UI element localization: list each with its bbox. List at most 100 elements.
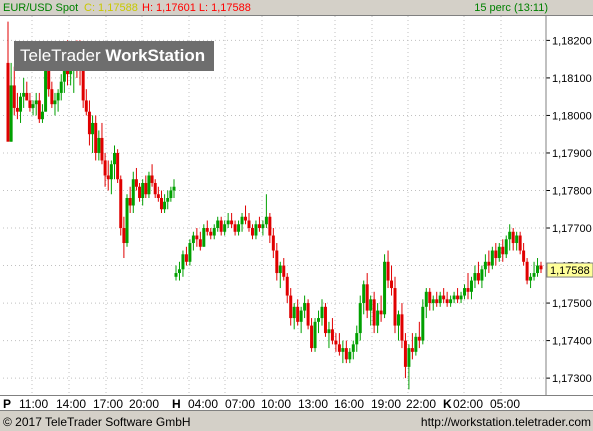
candle-body (476, 273, 480, 281)
candle-body (19, 96, 23, 112)
candle-body (532, 273, 536, 277)
candle-body (28, 100, 32, 108)
timeframe-label[interactable]: 15 perc (13:11) (474, 2, 548, 14)
candle-body (125, 197, 129, 244)
candle-body (181, 254, 185, 270)
candle-body (511, 231, 515, 244)
candle-body (138, 186, 142, 198)
candle-body (230, 220, 234, 225)
candle-body (317, 318, 321, 322)
x-axis: P 11:00 14:00 17:00 20:00 H 04:00 07:00 10:00 13:… (0, 395, 593, 411)
candle-body (334, 340, 338, 345)
candle-body (355, 333, 359, 345)
last-price-label: 1,17588 (550, 265, 590, 277)
candle-body (271, 235, 275, 251)
x-axis-day-marker: H (172, 397, 181, 411)
instrument-name[interactable]: EUR/USD Spot (3, 2, 78, 14)
y-tick-label: 1,17900 (552, 148, 592, 160)
candle-body (456, 295, 460, 300)
candle-body (9, 85, 13, 142)
candle-body (306, 303, 310, 326)
candle-body (393, 288, 397, 326)
candle-body (216, 220, 220, 229)
y-tick-label: 1,17700 (552, 223, 592, 235)
y-tick-label: 1,17800 (552, 185, 592, 197)
title-bar: EUR/USD Spot C: 1,17588 H: 1,17601 L: 1,… (0, 0, 593, 16)
x-axis-time-label: 02:00 (453, 397, 484, 411)
candle-body (195, 235, 199, 240)
candle-body (172, 186, 176, 191)
candle-body (184, 254, 188, 262)
candle-body (480, 269, 484, 281)
candle-body (109, 164, 113, 180)
candle-body (285, 276, 289, 296)
candle-body (191, 235, 195, 244)
candle-body (91, 122, 95, 135)
candle-body (348, 351, 352, 360)
candle-body (435, 299, 439, 304)
candle-body (536, 265, 540, 274)
candle-body (459, 295, 463, 300)
candle-body (376, 310, 380, 326)
candle-body (209, 231, 213, 236)
candle-body (529, 276, 533, 281)
x-axis-time-label: 10:00 (261, 397, 292, 411)
candle-body (518, 235, 522, 251)
candle-body (303, 303, 307, 311)
candle-body (174, 273, 178, 277)
candle-body (247, 220, 251, 229)
candlestick-chart[interactable]: 1,173001,174001,175001,176001,177001,178… (0, 16, 593, 395)
candle-body (289, 295, 293, 319)
watermark-logo: TeleTrader WorkStation (14, 41, 214, 71)
candle-body (525, 261, 529, 281)
candle-body (122, 228, 126, 244)
candle-body (522, 250, 526, 262)
candle-body (59, 81, 63, 93)
watermark-bold-text: WorkStation (105, 46, 206, 65)
candle-body (403, 340, 407, 367)
candle-body (414, 336, 418, 352)
y-tick-label: 1,18200 (552, 35, 592, 47)
candle-body (320, 306, 324, 319)
x-axis-time-label: 05:00 (490, 397, 521, 411)
candle-body (539, 265, 543, 270)
candle-body (379, 310, 383, 315)
footer-url[interactable]: http://workstation.teletrader.com (421, 415, 591, 429)
candle-body (445, 299, 449, 304)
y-tick-label: 1,18000 (552, 110, 592, 122)
candle-body (490, 250, 494, 266)
candle-body (237, 224, 241, 232)
candle-body (407, 348, 411, 367)
candle-body (386, 261, 390, 281)
chart-area[interactable]: 1,173001,174001,175001,176001,177001,178… (0, 16, 593, 395)
candle-body (268, 216, 272, 236)
high-low-values: H: 1,17601 L: 1,17588 (142, 2, 251, 14)
candle-body (463, 288, 467, 296)
candle-body (25, 92, 29, 101)
x-axis-day-marker: P (3, 397, 12, 411)
candle-body (226, 220, 230, 225)
candle-body (383, 261, 387, 315)
candle-body (323, 306, 327, 334)
candle-body (424, 291, 428, 307)
candle-body (417, 336, 421, 341)
candle-body (310, 325, 314, 349)
candle-body (144, 182, 148, 195)
candle-body (40, 111, 44, 120)
candle-body (396, 314, 400, 326)
candle-body (428, 291, 432, 304)
candle-body (31, 104, 35, 108)
candle-body (494, 250, 498, 259)
x-axis-time-label: 20:00 (129, 397, 160, 411)
candle-body (47, 70, 51, 90)
x-axis-time-label: 11:00 (19, 397, 49, 411)
candle-body (282, 265, 286, 277)
candle-body (264, 216, 268, 225)
candle-body (515, 235, 519, 244)
candle-body (153, 182, 157, 195)
candle-body (97, 137, 101, 153)
candle-body (169, 190, 173, 198)
candle-body (400, 314, 404, 341)
candle-body (410, 348, 414, 352)
candle-body (369, 299, 373, 311)
